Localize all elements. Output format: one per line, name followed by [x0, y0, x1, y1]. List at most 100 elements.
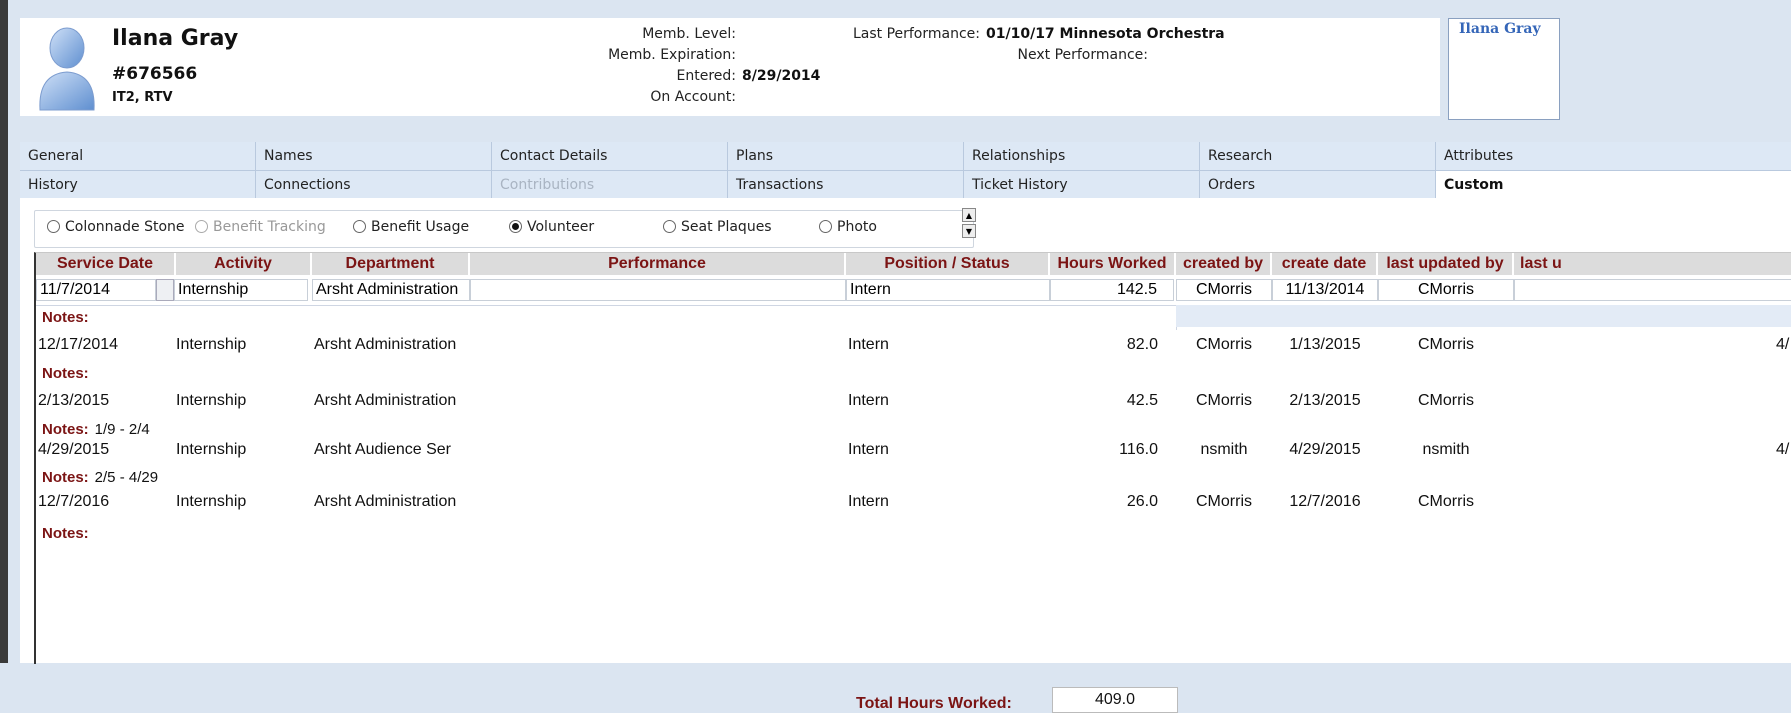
- col-header-position-status[interactable]: Position / Status: [846, 253, 1050, 275]
- col-header-created-by[interactable]: created by: [1176, 253, 1272, 275]
- cell-hours: 116.0: [1119, 441, 1158, 458]
- tab-plans[interactable]: Plans: [728, 142, 964, 170]
- col-header-service-date[interactable]: Service Date: [36, 253, 176, 275]
- cell-service-date: 12/17/2014: [38, 336, 119, 353]
- cell-last-updated: 4/: [1776, 336, 1790, 353]
- entered-value: 8/29/2014: [742, 68, 821, 84]
- tab-connections[interactable]: Connections: [256, 171, 492, 199]
- cell-department: Arsht Administration: [314, 336, 457, 353]
- cell-department: Arsht Administration: [314, 392, 457, 409]
- tab-contact-details[interactable]: Contact Details: [492, 142, 728, 170]
- date-picker-button[interactable]: [156, 279, 174, 301]
- cell-created-by: CMorris: [1196, 392, 1252, 409]
- tab-transactions[interactable]: Transactions: [728, 171, 964, 199]
- radio-volunteer[interactable]: Volunteer: [509, 219, 629, 235]
- radio-circle-icon: [819, 220, 832, 233]
- col-header-last-updated[interactable]: last u: [1514, 253, 1791, 275]
- cell-created-by: CMorris: [1196, 493, 1252, 510]
- cell-updated-by: CMorris: [1418, 392, 1474, 409]
- cell-last-updated: 4/: [1776, 441, 1790, 458]
- tab-general[interactable]: General: [20, 142, 256, 170]
- cell-create-date: 4/29/2015: [1289, 441, 1361, 458]
- memb-expiration-label: Memb. Expiration:: [608, 47, 736, 63]
- tab-research[interactable]: Research: [1200, 142, 1436, 170]
- radio-circle-icon: [353, 220, 366, 233]
- tab-ticket-history[interactable]: Ticket History: [964, 171, 1200, 199]
- on-account-label: On Account:: [650, 89, 736, 105]
- radio-circle-icon: [195, 220, 208, 233]
- patron-id: #676566: [112, 64, 198, 84]
- patron-codes: IT2, RTV: [112, 90, 173, 105]
- total-hours-value: 409.0: [1052, 687, 1178, 713]
- row-notes[interactable]: Notes: 2/5 - 4/29: [42, 469, 158, 486]
- tab-attributes[interactable]: Attributes: [1436, 142, 1791, 170]
- row-notes[interactable]: Notes:: [42, 525, 95, 542]
- tab-bar: General Names Contact Details Plans Rela…: [20, 142, 1791, 199]
- radio-photo[interactable]: Photo: [819, 219, 919, 235]
- radio-benefit-usage[interactable]: Benefit Usage: [353, 219, 503, 235]
- cell-updated-by: CMorris: [1418, 493, 1474, 510]
- col-header-department[interactable]: Department: [312, 253, 470, 275]
- next-performance-label: Next Performance:: [1017, 47, 1149, 63]
- cell-created-by: nsmith: [1200, 441, 1248, 458]
- cell-hours: 82.0: [1126, 336, 1158, 353]
- cell-service-date: 4/29/2015: [38, 441, 110, 458]
- col-header-create-date[interactable]: create date: [1272, 253, 1378, 275]
- scroll-down-arrow-icon[interactable]: ▼: [962, 224, 976, 238]
- row-notes[interactable]: Notes:: [42, 365, 95, 382]
- cell-position: Intern: [848, 493, 889, 510]
- cell-activity: Internship: [176, 493, 247, 510]
- cell-service-date: 2/13/2015: [38, 392, 110, 409]
- cell-created-by: CMorris: [1196, 336, 1252, 353]
- created-by-input[interactable]: CMorris: [1176, 279, 1272, 301]
- row-notes[interactable]: Notes:: [42, 309, 95, 326]
- performance-input[interactable]: [470, 279, 846, 301]
- col-header-last-updated-by[interactable]: last updated by: [1378, 253, 1514, 275]
- cell-hours: 26.0: [1126, 493, 1158, 510]
- activity-input[interactable]: Internship: [174, 279, 308, 301]
- tab-contributions: Contributions: [492, 171, 728, 199]
- create-date-input[interactable]: 11/13/2014: [1272, 279, 1378, 301]
- cell-create-date: 12/7/2016: [1289, 493, 1361, 510]
- selector-scroll: ▲ ▼: [962, 208, 976, 240]
- tab-orders[interactable]: Orders: [1200, 171, 1436, 199]
- tab-custom[interactable]: Custom: [1436, 171, 1791, 199]
- col-header-activity[interactable]: Activity: [176, 253, 312, 275]
- last-performance-value: 01/10/17 Minnesota Orchestra: [986, 26, 1225, 42]
- cell-create-date: 2/13/2015: [1289, 392, 1361, 409]
- custom-screen-selector: Colonnade Stone Benefit Tracking Benefit…: [34, 210, 974, 248]
- cell-create-date: 1/13/2015: [1289, 336, 1361, 353]
- notes-row-border: [36, 305, 1177, 330]
- patron-name-box-text: Ilana Gray: [1459, 21, 1541, 37]
- cell-activity: Internship: [176, 392, 247, 409]
- department-input[interactable]: Arsht Administration: [312, 279, 470, 301]
- cell-hours: 42.5: [1126, 392, 1158, 409]
- memb-level-label: Memb. Level:: [642, 26, 736, 42]
- row-notes[interactable]: Notes: 1/9 - 2/4: [42, 421, 150, 438]
- updated-by-input[interactable]: CMorris: [1378, 279, 1514, 301]
- radio-circle-icon: [47, 220, 60, 233]
- last-updated-input[interactable]: [1514, 279, 1791, 301]
- radio-colonnade-stone[interactable]: Colonnade Stone: [47, 219, 193, 235]
- col-header-performance[interactable]: Performance: [470, 253, 846, 275]
- col-header-hours-worked[interactable]: Hours Worked: [1050, 253, 1176, 275]
- scroll-up-arrow-icon[interactable]: ▲: [962, 208, 976, 222]
- cell-updated-by: CMorris: [1418, 336, 1474, 353]
- radio-seat-plaques[interactable]: Seat Plaques: [663, 219, 803, 235]
- tab-names[interactable]: Names: [256, 142, 492, 170]
- last-performance-label: Last Performance:: [852, 26, 980, 42]
- tab-relationships[interactable]: Relationships: [964, 142, 1200, 170]
- person-avatar-icon: [39, 27, 95, 111]
- service-date-input[interactable]: 11/7/2014: [36, 279, 156, 301]
- position-input[interactable]: Intern: [846, 279, 1050, 301]
- entered-label: Entered:: [676, 68, 737, 84]
- hours-input[interactable]: 142.5: [1050, 279, 1174, 301]
- radio-circle-icon: [663, 220, 676, 233]
- cell-department: Arsht Audience Ser: [314, 441, 451, 458]
- radio-selected-icon: [509, 220, 522, 233]
- total-hours-label: Total Hours Worked:: [856, 695, 1012, 712]
- tab-history[interactable]: History: [20, 171, 256, 199]
- patron-header: Ilana Gray #676566 IT2, RTV Memb. Level:…: [20, 18, 1440, 116]
- cell-position: Intern: [848, 336, 889, 353]
- patron-name-box: Ilana Gray: [1448, 18, 1560, 120]
